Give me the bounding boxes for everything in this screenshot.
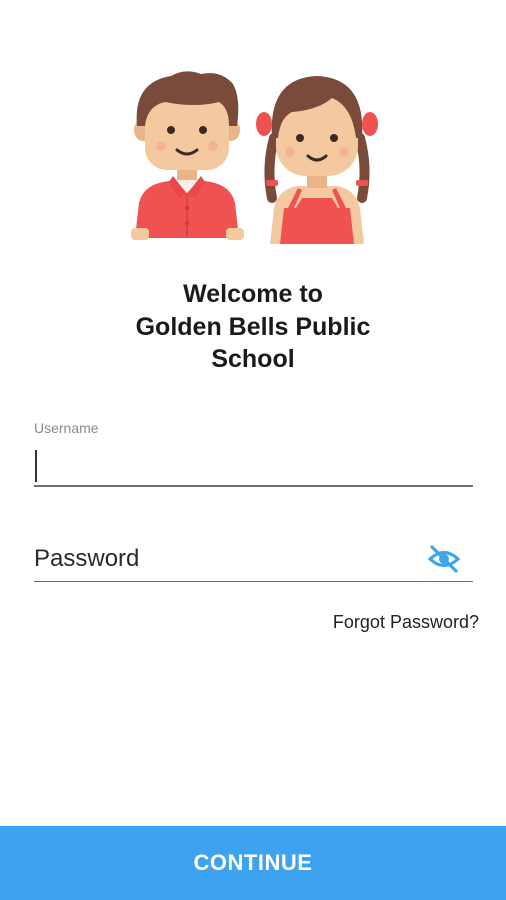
username-label: Username [34, 420, 99, 436]
password-field [34, 535, 473, 585]
password-input[interactable] [34, 541, 414, 577]
girl-illustration [256, 76, 378, 244]
welcome-line-1: Welcome to [183, 280, 323, 308]
password-underline [34, 581, 473, 582]
login-screen: Welcome to Golden Bells Public School Us… [0, 0, 506, 900]
forgot-password-link[interactable]: Forgot Password? [333, 612, 479, 633]
eye-off-icon [427, 545, 461, 573]
text-caret [35, 450, 37, 482]
welcome-line-2: Golden Bells Public [135, 312, 371, 341]
welcome-heading: Welcome to Golden Bells Public School [0, 278, 506, 376]
continue-label: CONTINUE [193, 850, 313, 875]
boy-illustration [131, 71, 244, 240]
toggle-password-visibility-button[interactable] [427, 544, 461, 574]
username-input[interactable] [34, 446, 473, 486]
welcome-line-3: School [211, 345, 295, 373]
continue-button[interactable]: CONTINUE [0, 826, 506, 900]
username-underline [34, 485, 473, 487]
kids-illustration [0, 0, 506, 260]
username-field: Username [34, 418, 473, 490]
